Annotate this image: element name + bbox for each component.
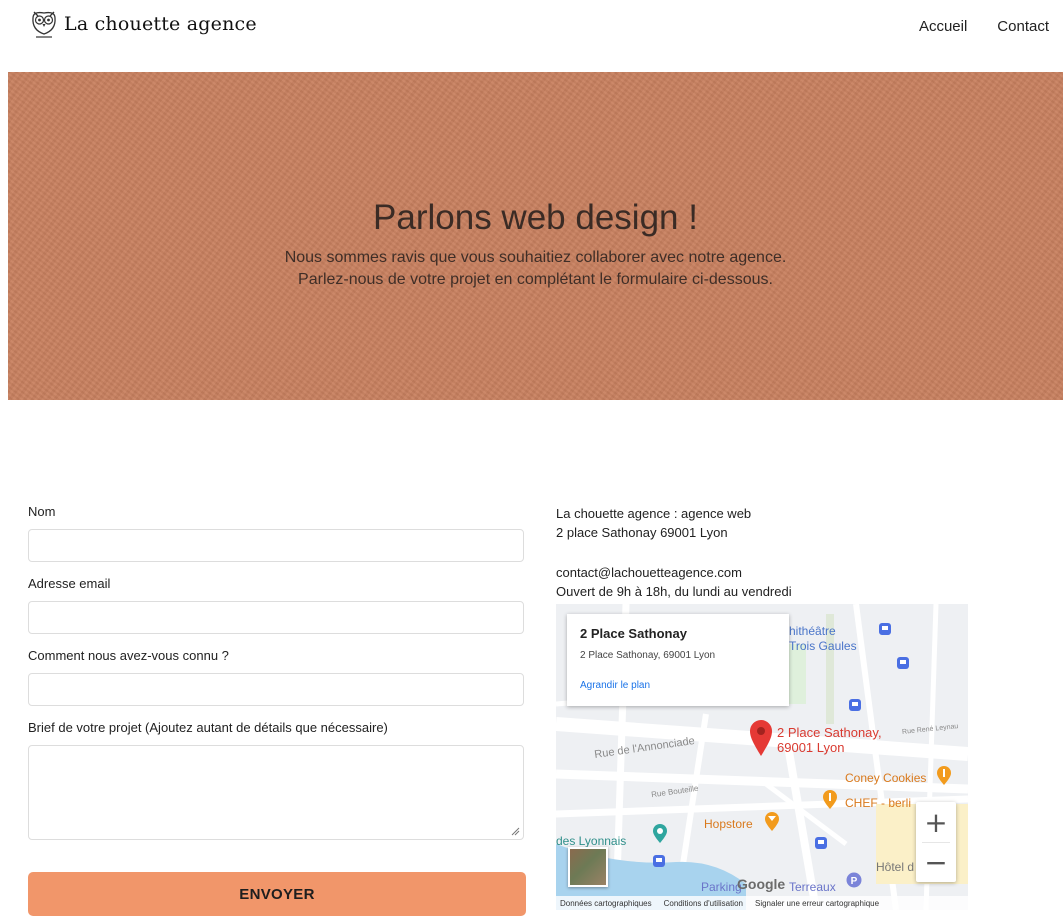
brief-label: Brief de votre projet (Ajoutez autant de… bbox=[28, 720, 388, 735]
popup-enlarge-link[interactable]: Agrandir le plan bbox=[580, 680, 650, 691]
marker-label-line2: 69001 Lyon bbox=[777, 740, 845, 755]
name-label: Nom bbox=[28, 504, 56, 519]
google-logo: Google bbox=[737, 876, 786, 892]
email-field[interactable] bbox=[28, 601, 524, 634]
bus-stop-icon bbox=[653, 855, 665, 867]
email-label: Adresse email bbox=[28, 576, 111, 591]
map-label-coney: Coney Cookies bbox=[845, 771, 927, 785]
agency-email: contact@lachouetteagence.com bbox=[556, 565, 742, 580]
bus-stop-icon bbox=[897, 657, 909, 669]
resize-handle-icon[interactable] bbox=[510, 826, 520, 836]
popup-address: 2 Place Sathonay, 69001 Lyon bbox=[580, 650, 716, 661]
map-label-hopstore: Hopstore bbox=[704, 817, 753, 831]
contact-form: Nom Adresse email Comment nous avez-vous… bbox=[28, 504, 526, 916]
map-footer: Données cartographiques Conditions d'uti… bbox=[556, 896, 968, 910]
map-info-popup: 2 Place Sathonay 2 Place Sathonay, 69001… bbox=[567, 614, 789, 706]
restaurant-icon bbox=[823, 790, 837, 809]
agency-address: 2 place Sathonay 69001 Lyon bbox=[556, 525, 728, 540]
agency-name: La chouette agence : agence web bbox=[556, 506, 752, 521]
bus-stop-icon bbox=[849, 699, 861, 711]
location-marker-icon[interactable] bbox=[749, 719, 773, 757]
svg-text:P: P bbox=[851, 876, 858, 887]
submit-button[interactable]: ENVOYER bbox=[28, 872, 526, 916]
hero-subtitle: Nous sommes ravis que vous souhaitiez co… bbox=[8, 247, 1063, 291]
contact-info: La chouette agence : agence web 2 place … bbox=[556, 504, 792, 601]
logo-text: La chouette agence bbox=[64, 13, 257, 35]
zoom-in-button[interactable]: + bbox=[916, 802, 956, 842]
zoom-divider bbox=[922, 842, 950, 843]
museum-icon bbox=[653, 824, 667, 843]
parking-icon: P bbox=[846, 872, 862, 888]
nav-accueil[interactable]: Accueil bbox=[919, 18, 967, 35]
restaurant-icon bbox=[937, 766, 951, 785]
satellite-toggle-thumbnail[interactable] bbox=[568, 847, 608, 887]
hero-title: Parlons web design ! bbox=[373, 198, 698, 237]
hero-subtitle-line2: Parlez-nous de votre projet en complétan… bbox=[298, 271, 773, 288]
zoom-out-button[interactable]: − bbox=[916, 842, 956, 882]
hero-subtitle-line1: Nous sommes ravis que vous souhaitiez co… bbox=[284, 249, 787, 266]
bus-stop-icon bbox=[815, 837, 827, 849]
map-terms-link[interactable]: Conditions d'utilisation bbox=[664, 899, 743, 908]
hero-banner: Parlons web design ! Nous sommes ravis q… bbox=[8, 72, 1063, 400]
map-label-parking: Parking bbox=[701, 880, 742, 894]
zoom-controls: + − bbox=[916, 802, 956, 882]
main-nav: Accueil Contact bbox=[919, 18, 1049, 35]
brief-textarea[interactable] bbox=[28, 745, 524, 840]
map-data-link[interactable]: Données cartographiques bbox=[560, 899, 652, 908]
map-report-link[interactable]: Signaler une erreur cartographique bbox=[755, 899, 879, 908]
bar-icon bbox=[765, 812, 779, 831]
map-label-chef: CHEF - berli bbox=[845, 796, 912, 810]
map-label-trois-gaules: Trois Gaules bbox=[789, 639, 857, 653]
opening-hours: Ouvert de 9h à 18h, du lundi au vendredi bbox=[556, 584, 792, 599]
map-label-hotel: Hôtel d bbox=[876, 860, 915, 874]
source-label: Comment nous avez-vous connu ? bbox=[28, 648, 229, 663]
map-label-terreaux: Terreaux bbox=[789, 880, 836, 894]
marker-label-line1: 2 Place Sathonay, bbox=[777, 725, 882, 740]
site-header: La chouette agence Accueil Contact bbox=[0, 0, 1063, 70]
logo[interactable]: La chouette agence bbox=[30, 8, 257, 40]
name-field[interactable] bbox=[28, 529, 524, 562]
source-field[interactable] bbox=[28, 673, 524, 706]
nav-contact[interactable]: Contact bbox=[997, 18, 1049, 35]
google-map[interactable]: hithéâtre Trois Gaules Rue de l'Annoncia… bbox=[556, 604, 968, 910]
map-label-lyonnais: des Lyonnais bbox=[556, 834, 627, 848]
popup-title: 2 Place Sathonay bbox=[580, 626, 687, 641]
map-label-theatre: hithéâtre bbox=[789, 624, 836, 638]
owl-icon bbox=[32, 11, 56, 38]
bus-stop-icon bbox=[879, 623, 891, 635]
